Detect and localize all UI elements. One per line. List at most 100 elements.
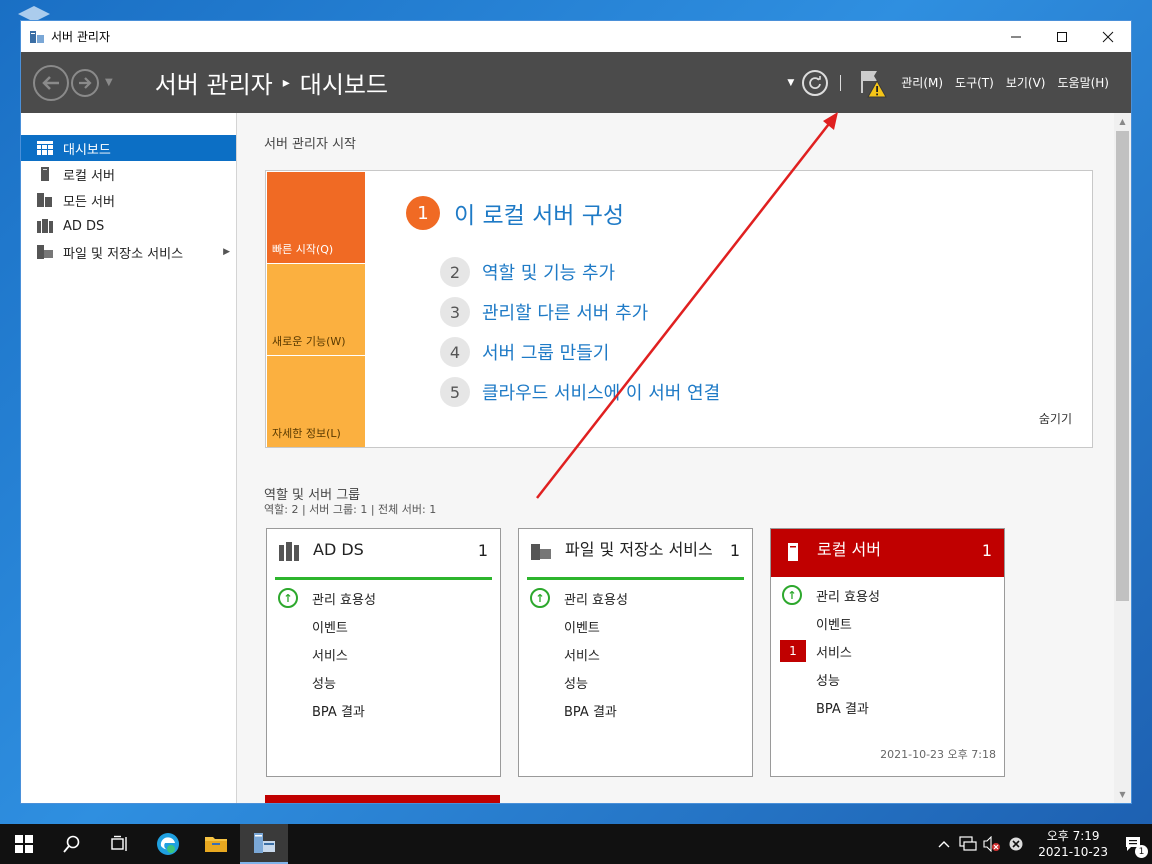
step-add-roles[interactable]: 2 역할 및 기능 추가 xyxy=(440,257,615,287)
tile-row-services[interactable]: 1 서비스 xyxy=(771,637,1004,665)
menu-tools[interactable]: 도구(T) xyxy=(955,74,994,91)
start-button[interactable] xyxy=(0,824,48,864)
sidebar-item-ad-ds[interactable]: AD DS xyxy=(21,213,236,239)
dashboard-icon xyxy=(37,141,53,155)
dashboard-main: 서버 관리자 시작 빠른 시작(Q) 새로운 기능(W) 자세한 정보(L) 1… xyxy=(237,113,1131,803)
tile-row-events[interactable]: 이벤트 xyxy=(267,612,500,640)
tile-header[interactable]: 파일 및 저장소 서비스 1 xyxy=(519,529,752,577)
row-label: 서비스 xyxy=(816,645,852,661)
step-link[interactable]: 이 로컬 서버 구성 xyxy=(454,196,624,230)
maximize-button[interactable] xyxy=(1039,21,1085,52)
breadcrumb: 서버 관리자 ▸ 대시보드 xyxy=(155,65,388,100)
tile-row-performance[interactable]: 성능 xyxy=(519,668,752,696)
role-tile-file-storage[interactable]: 파일 및 저장소 서비스 1 ↑ 관리 효용성 이벤트 서비스 성능 BPA 결… xyxy=(518,528,753,777)
menu-manage[interactable]: 관리(M) xyxy=(901,74,943,91)
tile-count: 1 xyxy=(477,541,488,560)
task-view-button[interactable] xyxy=(96,824,144,864)
expand-arrow-icon[interactable]: ▶ xyxy=(223,247,230,257)
servers-icon xyxy=(37,193,53,207)
forward-arrow-icon xyxy=(79,76,92,89)
title-bar: 서버 관리자 xyxy=(21,21,1131,52)
clock-time: 오후 7:19 xyxy=(1046,829,1100,843)
tile-name: 로컬 서버 xyxy=(817,540,881,559)
tile-row-events[interactable]: 이벤트 xyxy=(771,609,1004,637)
tile-row-events[interactable]: 이벤트 xyxy=(519,612,752,640)
history-dropdown[interactable]: ▼ xyxy=(105,77,113,88)
row-label: 성능 xyxy=(564,676,588,692)
tile-row-services[interactable]: 서비스 xyxy=(519,640,752,668)
server-manager-taskbar-button[interactable] xyxy=(240,824,288,864)
forward-button[interactable] xyxy=(71,68,99,97)
role-tile-partial[interactable] xyxy=(265,795,500,803)
sidebar-item-file-storage[interactable]: 파일 및 저장소 서비스 ▶ xyxy=(21,239,236,265)
step-link[interactable]: 역할 및 기능 추가 xyxy=(482,259,615,285)
alert-count-badge: 1 xyxy=(780,640,806,662)
minimize-button[interactable] xyxy=(993,21,1039,52)
notifications-flag-button[interactable] xyxy=(857,63,888,103)
ok-arrow-icon: ↑ xyxy=(530,588,550,608)
tile-header[interactable]: 로컬 서버 1 xyxy=(771,529,1004,577)
notification-count-badge: 1 xyxy=(1135,845,1148,858)
tile-row-manageability[interactable]: ↑ 관리 효용성 xyxy=(519,584,752,612)
step-create-group[interactable]: 4 서버 그룹 만들기 xyxy=(440,337,609,367)
tile-row-services[interactable]: 서비스 xyxy=(267,640,500,668)
role-tile-local-server[interactable]: 로컬 서버 1 ↑ 관리 효용성 이벤트 1 서비스 성능 BPA 결과 202… xyxy=(770,528,1005,777)
volume-muted-icon[interactable] xyxy=(980,836,1004,852)
row-label: 관리 효용성 xyxy=(564,592,628,608)
scroll-up-icon[interactable]: ▲ xyxy=(1114,113,1131,130)
close-button[interactable] xyxy=(1085,21,1131,52)
tab-whats-new[interactable]: 새로운 기능(W) xyxy=(267,264,365,355)
tile-row-performance[interactable]: 성능 xyxy=(267,668,500,696)
back-button[interactable] xyxy=(33,64,69,101)
welcome-panel: 빠른 시작(Q) 새로운 기능(W) 자세한 정보(L) 1 이 로컬 서버 구… xyxy=(265,170,1093,448)
tile-header[interactable]: AD DS 1 xyxy=(267,529,500,577)
row-label: 관리 효용성 xyxy=(816,589,880,605)
search-icon xyxy=(63,835,80,853)
ok-arrow-icon: ↑ xyxy=(782,585,802,605)
tile-count: 1 xyxy=(729,541,740,560)
tile-row-bpa[interactable]: BPA 결과 xyxy=(519,696,752,724)
close-circle-icon[interactable] xyxy=(1004,836,1028,852)
network-icon[interactable] xyxy=(956,836,980,852)
desktop-recycle-icon xyxy=(18,6,50,22)
step-connect-cloud[interactable]: 5 클라우드 서비스에 이 서버 연결 xyxy=(440,377,720,407)
step-add-servers[interactable]: 3 관리할 다른 서버 추가 xyxy=(440,297,648,327)
step-number: 5 xyxy=(440,377,470,407)
edge-taskbar-button[interactable] xyxy=(144,824,192,864)
tile-row-manageability[interactable]: ↑ 관리 효용성 xyxy=(771,581,1004,609)
step-link[interactable]: 관리할 다른 서버 추가 xyxy=(482,299,648,325)
tile-count: 1 xyxy=(981,541,992,560)
tile-row-bpa[interactable]: BPA 결과 xyxy=(267,696,500,724)
sidebar-item-local-server[interactable]: 로컬 서버 xyxy=(21,161,236,187)
refresh-dropdown[interactable]: ▼ xyxy=(787,78,794,88)
tab-learn-more[interactable]: 자세한 정보(L) xyxy=(267,356,365,447)
tile-timestamp: 2021-10-23 오후 7:18 xyxy=(880,748,996,761)
step-configure-local-server[interactable]: 1 이 로컬 서버 구성 xyxy=(406,196,624,230)
row-label: 이벤트 xyxy=(564,620,600,636)
scroll-thumb[interactable] xyxy=(1116,131,1129,601)
sidebar-item-all-servers[interactable]: 모든 서버 xyxy=(21,187,236,213)
close-icon xyxy=(1102,31,1114,42)
step-link[interactable]: 클라우드 서비스에 이 서버 연결 xyxy=(482,379,720,405)
tab-quick-start[interactable]: 빠른 시작(Q) xyxy=(267,172,365,263)
role-tile-ad-ds[interactable]: AD DS 1 ↑ 관리 효용성 이벤트 서비스 성능 BPA 결과 xyxy=(266,528,501,777)
search-button[interactable] xyxy=(48,824,96,864)
tile-row-manageability[interactable]: ↑ 관리 효용성 xyxy=(267,584,500,612)
vertical-scrollbar[interactable]: ▲ ▼ xyxy=(1114,113,1131,803)
step-link[interactable]: 서버 그룹 만들기 xyxy=(482,339,609,365)
tile-row-bpa[interactable]: BPA 결과 xyxy=(771,693,1004,721)
hide-link[interactable]: 숨기기 xyxy=(1039,410,1072,427)
breadcrumb-root[interactable]: 서버 관리자 xyxy=(155,65,273,100)
show-hidden-icons-button[interactable] xyxy=(932,840,956,848)
scroll-down-icon[interactable]: ▼ xyxy=(1114,786,1131,803)
sidebar-item-dashboard[interactable]: 대시보드 xyxy=(21,135,236,161)
tile-row-performance[interactable]: 성능 xyxy=(771,665,1004,693)
taskbar-clock[interactable]: 오후 7:19 2021-10-23 xyxy=(1038,828,1108,860)
file-explorer-taskbar-button[interactable] xyxy=(192,824,240,864)
row-label: BPA 결과 xyxy=(816,701,869,717)
action-center-button[interactable]: 1 xyxy=(1116,824,1152,864)
menu-help[interactable]: 도움말(H) xyxy=(1057,74,1109,91)
breadcrumb-current: 대시보드 xyxy=(299,71,389,99)
menu-view[interactable]: 보기(V) xyxy=(1006,74,1046,91)
refresh-button[interactable] xyxy=(802,69,829,96)
